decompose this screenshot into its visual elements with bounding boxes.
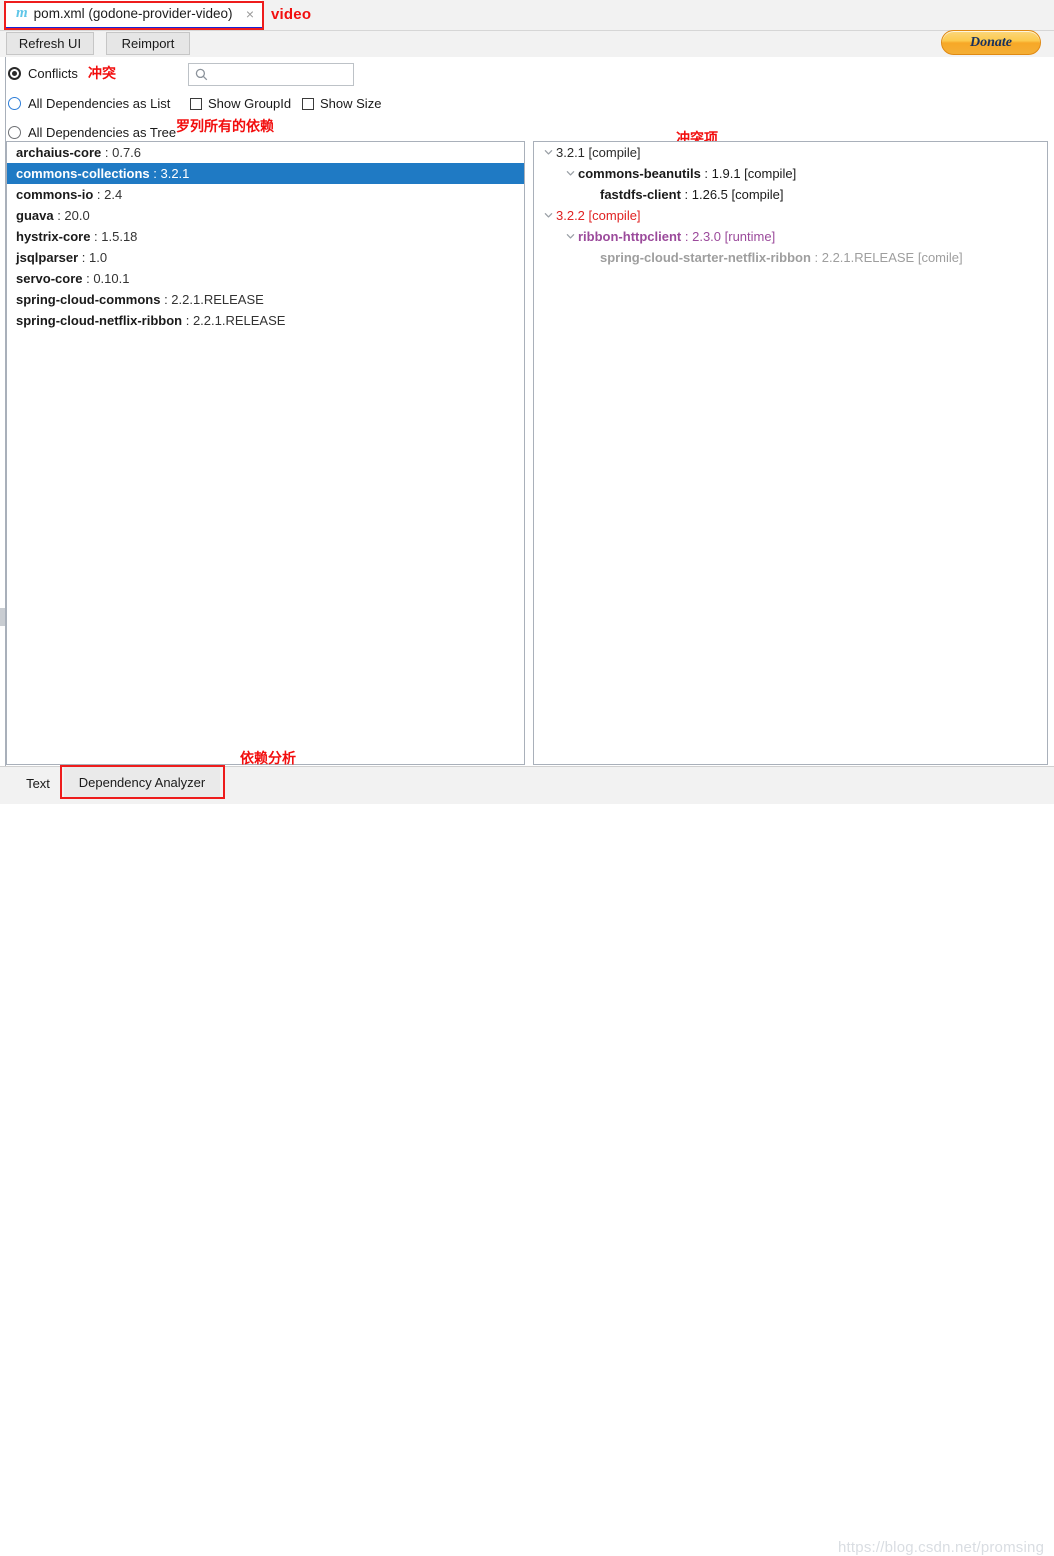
conflict-tree-row[interactable]: spring-cloud-starter-netflix-ribbon : 2.… [534, 247, 1047, 268]
dependency-separator: : [90, 229, 102, 244]
dependency-artifact: commons-collections [16, 166, 150, 181]
scrollbar-thumb[interactable] [0, 608, 5, 626]
conflict-tree: 3.2.1 [compile] commons-beanutils : 1.9.1… [534, 142, 1047, 268]
dependency-list: archaius-core : 0.7.6 commons-collections… [7, 142, 524, 331]
radio-all-dependencies-as-list-indicator [8, 97, 21, 110]
dependency-separator: : [53, 208, 65, 223]
chevron-down-icon[interactable] [540, 211, 556, 220]
dependency-separator: : [160, 292, 172, 307]
conflict-tree-row[interactable]: commons-beanutils : 1.9.1 [compile] [534, 163, 1047, 184]
checkbox-show-groupid[interactable]: Show GroupId [190, 96, 291, 111]
dependency-artifact: guava [16, 208, 54, 223]
maven-toolbar: Refresh UI Reimport [0, 31, 1054, 57]
dependency-version: 1.5.18 [101, 229, 138, 244]
checkbox-show-size-label: Show Size [320, 96, 382, 111]
radio-all-dependencies-as-list-label: All Dependencies as List [28, 96, 171, 111]
tab-text[interactable]: Text [16, 767, 60, 799]
radio-conflicts[interactable]: Conflicts [8, 66, 78, 81]
conflict-tree-row[interactable]: fastdfs-client : 1.26.5 [compile] [534, 184, 1047, 205]
dependency-version: 0.7.6 [112, 145, 142, 160]
dependency-list-item[interactable]: commons-io : 2.4 [7, 184, 524, 205]
dependency-separator: : [78, 250, 89, 265]
dependency-separator: : [182, 313, 193, 328]
dependency-list-item[interactable]: servo-core : 0.10.1 [7, 268, 524, 289]
reimport-button[interactable]: Reimport [106, 32, 190, 55]
editor-tab-strip: m pom.xml (godone-provider-video) × [0, 0, 1054, 31]
dependency-version: 1.0 [89, 250, 108, 265]
editor-tab-label: pom.xml (godone-provider-video) [33, 6, 233, 21]
dependency-artifact: archaius-core [16, 145, 102, 160]
chevron-down-icon[interactable] [562, 232, 578, 241]
conflict-tree-panel[interactable]: 3.2.1 [compile] commons-beanutils : 1.9.1… [533, 141, 1048, 765]
dependency-artifact: servo-core [16, 271, 83, 286]
conflict-tree-row[interactable]: 3.2.1 [compile] [534, 142, 1047, 163]
dependency-list-item[interactable]: jsqlparser : 1.0 [7, 247, 524, 268]
checkbox-show-groupid-indicator [190, 97, 202, 110]
gutter-stub [0, 31, 5, 57]
editor-bottom-tabs: Text Dependency Analyzer https://blog.cs… [0, 766, 1054, 1556]
search-box[interactable] [188, 63, 354, 86]
radio-conflicts-label: Conflicts [28, 66, 78, 81]
search-input[interactable] [212, 66, 346, 83]
dependency-artifact: spring-cloud-netflix-ribbon [16, 313, 183, 328]
dependency-list-item[interactable]: hystrix-core : 1.5.18 [7, 226, 524, 247]
dependency-version: 2.4 [104, 187, 123, 202]
checkbox-show-size-indicator [302, 97, 314, 110]
dependency-separator: : [149, 166, 161, 181]
annotation-all-deps-cn: 罗列所有的依赖 [176, 119, 274, 135]
donate-button[interactable]: Donate [941, 30, 1041, 55]
radio-all-dependencies-as-tree[interactable]: All Dependencies as Tree [8, 125, 176, 140]
close-icon[interactable]: × [246, 7, 254, 21]
dependency-artifact: commons-io [16, 187, 94, 202]
dependency-list-item[interactable]: guava : 20.0 [7, 205, 524, 226]
analyzer-options: Conflicts All Dependencies as List All D… [0, 57, 1054, 140]
refresh-ui-button[interactable]: Refresh UI [6, 32, 94, 55]
tab-dependency-analyzer[interactable]: Dependency Analyzer [64, 767, 220, 799]
conflict-tree-label: spring-cloud-starter-netflix-ribbon : 2.… [600, 250, 963, 265]
dependency-artifact: spring-cloud-commons [16, 292, 161, 307]
conflict-tree-label: commons-beanutils : 1.9.1 [compile] [578, 166, 797, 181]
search-icon [195, 68, 208, 81]
dependency-separator: : [82, 271, 94, 286]
chevron-down-icon[interactable] [562, 169, 578, 178]
watermark: https://blog.csdn.net/promsing [838, 1539, 1045, 1556]
dependency-artifact: jsqlparser [16, 250, 79, 265]
conflict-tree-label: 3.2.1 [compile] [556, 145, 641, 160]
dependency-list-item[interactable]: spring-cloud-netflix-ribbon : 2.2.1.RELE… [7, 310, 524, 331]
dependency-version: 0.10.1 [93, 271, 130, 286]
dependency-version: 2.2.1.RELEASE [192, 313, 286, 328]
dependency-separator: : [93, 187, 105, 202]
radio-all-dependencies-as-tree-indicator [8, 126, 21, 139]
annotation-dependency-analysis-cn: 依赖分析 [240, 751, 296, 767]
editor-tab-pom-xml[interactable]: m pom.xml (godone-provider-video) × [6, 0, 262, 30]
annotation-video: video [271, 6, 312, 23]
dependency-list-item[interactable]: archaius-core : 0.7.6 [7, 142, 524, 163]
conflict-tree-row[interactable]: 3.2.2 [compile] [534, 205, 1047, 226]
dependency-version: 2.2.1.RELEASE [171, 292, 264, 307]
dependency-artifact: hystrix-core [16, 229, 91, 244]
conflict-tree-label: 3.2.2 [compile] [556, 208, 641, 223]
chevron-down-icon[interactable] [540, 148, 556, 157]
dependency-separator: : [101, 145, 113, 160]
radio-conflicts-indicator [8, 67, 21, 80]
dependency-version: 3.2.1 [160, 166, 190, 181]
radio-all-dependencies-as-list[interactable]: All Dependencies as List [8, 96, 170, 111]
annotation-conflicts-cn: 冲突 [88, 66, 116, 82]
checkbox-show-size[interactable]: Show Size [302, 96, 381, 111]
maven-m-icon: m [16, 5, 28, 21]
conflict-tree-label: fastdfs-client : 1.26.5 [compile] [600, 187, 784, 202]
dependency-list-item[interactable]: spring-cloud-commons : 2.2.1.RELEASE [7, 289, 524, 310]
dependency-list-item[interactable]: commons-collections : 3.2.1 [7, 163, 524, 184]
dependency-list-panel[interactable]: archaius-core : 0.7.6 commons-collections… [6, 141, 525, 765]
dependency-version: 20.0 [64, 208, 90, 223]
conflict-tree-label: ribbon-httpclient : 2.3.0 [runtime] [578, 229, 776, 244]
conflict-tree-row[interactable]: ribbon-httpclient : 2.3.0 [runtime] [534, 226, 1047, 247]
radio-all-dependencies-as-tree-label: All Dependencies as Tree [28, 125, 177, 140]
checkbox-show-groupid-label: Show GroupId [208, 96, 292, 111]
